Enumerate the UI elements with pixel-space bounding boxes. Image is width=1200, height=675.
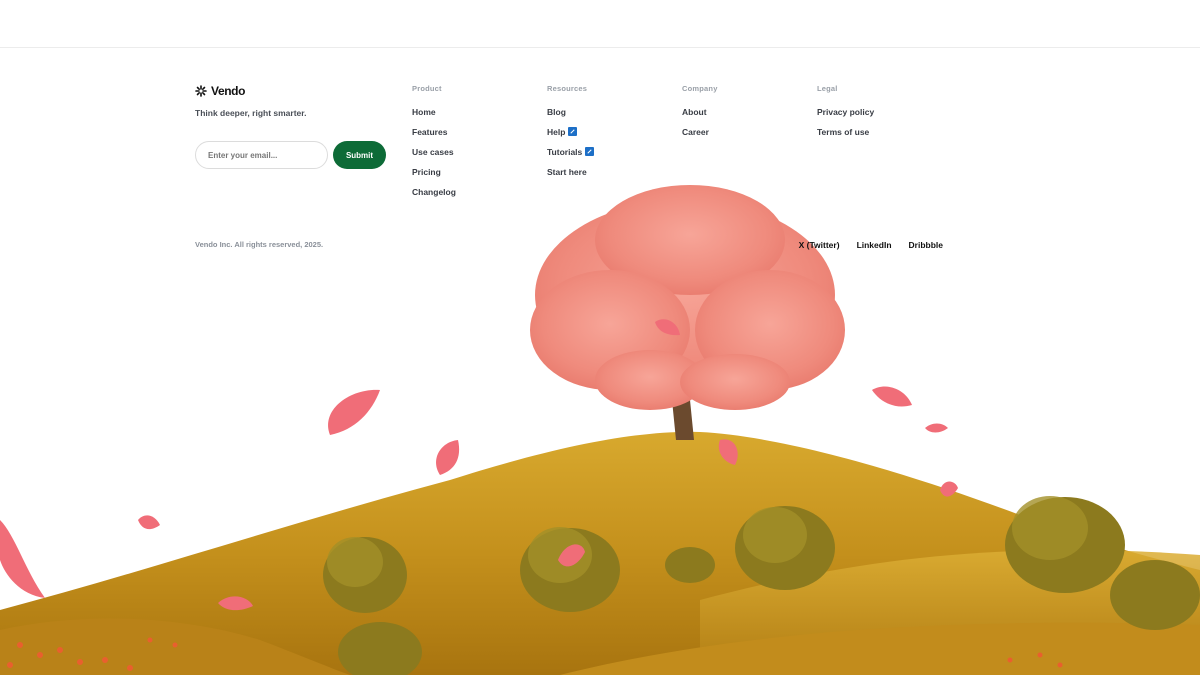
footer-link-help[interactable]: Help (547, 126, 594, 146)
footer-column-resources: Resources Blog Help Tutorials Start here (547, 84, 595, 186)
newsletter-form: Submit (195, 141, 386, 169)
link-label: Tutorials (547, 147, 583, 157)
link-label: Career (682, 127, 709, 137)
external-link-icon (568, 127, 578, 136)
sparkle-logo-icon (195, 85, 207, 97)
footer-link-start-here[interactable]: Start here (547, 166, 594, 186)
brand-logo[interactable]: Vendo (195, 84, 245, 98)
link-label: Blog (547, 107, 566, 117)
link-label: Home (412, 107, 436, 117)
copyright-text: Vendo Inc. All rights reserved, 2025. (195, 240, 324, 249)
social-link-x-twitter[interactable]: X (Twitter) (799, 240, 840, 250)
footer-link-pricing[interactable]: Pricing (412, 166, 456, 186)
link-label: Pricing (412, 167, 441, 177)
link-label: About (682, 107, 707, 117)
external-link-icon (585, 147, 595, 156)
link-label: Start here (547, 167, 587, 177)
footer-link-career[interactable]: Career (682, 126, 718, 146)
link-label: Terms of use (817, 127, 870, 137)
footer-link-blog[interactable]: Blog (547, 106, 594, 126)
brand-tagline: Think deeper, right smarter. (195, 108, 307, 118)
footer-column-product: Product Home Features Use cases Pricing … (412, 84, 456, 206)
footer-link-home[interactable]: Home (412, 106, 456, 126)
social-link-dribbble[interactable]: Dribbble (909, 240, 943, 250)
link-label: Changelog (412, 187, 456, 197)
footer-column-legal: Legal Privacy policy Terms of use (817, 84, 874, 146)
footer-column-company: Company About Career (682, 84, 718, 146)
link-label: Use cases (412, 147, 454, 157)
brand-name: Vendo (211, 84, 246, 98)
column-heading: Resources (547, 84, 588, 93)
email-input[interactable] (195, 141, 328, 169)
social-link-linkedin[interactable]: LinkedIn (857, 240, 892, 250)
footer-link-features[interactable]: Features (412, 126, 456, 146)
site-footer: Vendo Think deeper, right smarter. Submi… (195, 84, 945, 264)
social-links: X (Twitter) LinkedIn Dribbble (799, 240, 943, 250)
footer-link-tutorials[interactable]: Tutorials (547, 146, 595, 166)
footer-link-changelog[interactable]: Changelog (412, 186, 456, 206)
link-label: Help (547, 127, 566, 137)
submit-button[interactable]: Submit (333, 141, 386, 169)
footer-link-use-cases[interactable]: Use cases (412, 146, 456, 166)
column-heading: Company (682, 84, 718, 93)
link-label: Features (412, 127, 448, 137)
footer-link-privacy-policy[interactable]: Privacy policy (817, 106, 874, 126)
column-heading: Legal (817, 84, 838, 93)
link-label: Privacy policy (817, 107, 875, 117)
top-navbar (0, 0, 1200, 48)
footer-link-about[interactable]: About (682, 106, 718, 126)
footer-link-terms-of-use[interactable]: Terms of use (817, 126, 874, 146)
column-heading: Product (412, 84, 442, 93)
